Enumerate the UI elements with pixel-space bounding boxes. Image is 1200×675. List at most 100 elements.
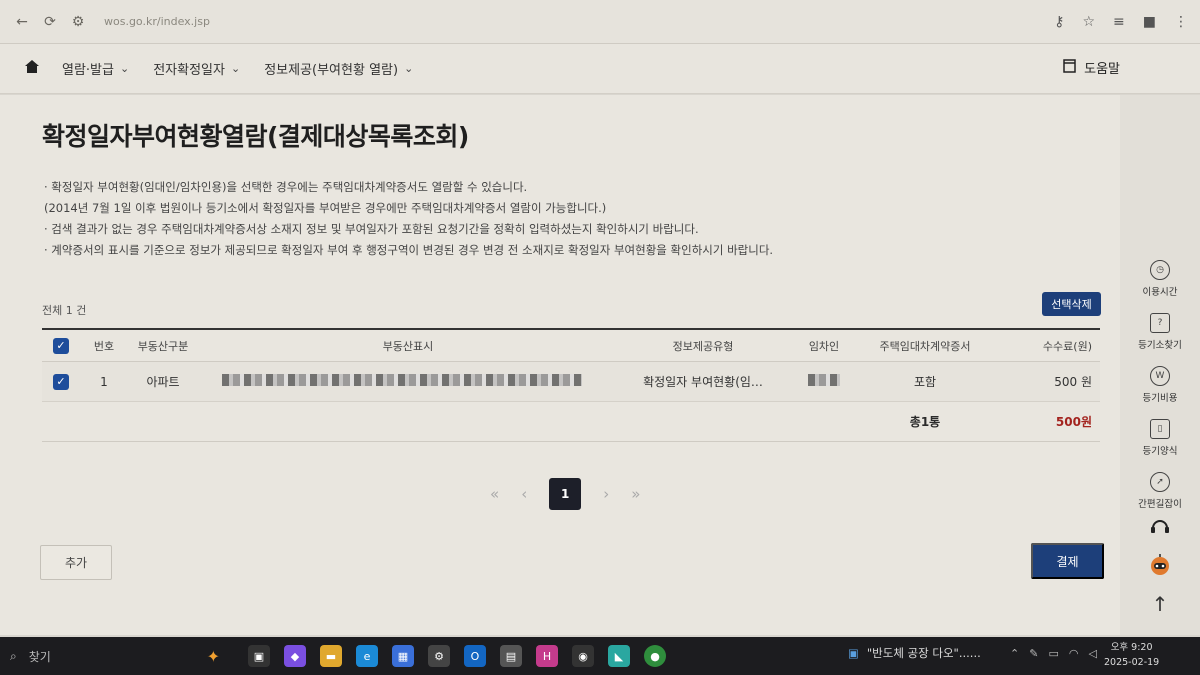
- sparkle-icon: ✦: [206, 646, 220, 666]
- prev-page-icon[interactable]: ‹: [521, 485, 527, 503]
- redacted-tenant: [808, 374, 840, 386]
- app-wing-icon[interactable]: ◣: [608, 645, 630, 667]
- notice-item: (2014년 7월 1일 이후 법원이나 등기소에서 확정일자를 부여받은 경우…: [44, 201, 607, 215]
- site-navigation: 열람·발급 ⌄ 전자확정일자 ⌄ 정보제공(부여현황 열람) ⌄ 도움말: [0, 44, 1200, 94]
- task-view-icon[interactable]: ▣: [248, 645, 270, 667]
- nav-electronic-date[interactable]: 전자확정일자 ⌄: [153, 59, 240, 78]
- form-icon: ▯: [1150, 419, 1170, 439]
- select-all-checkbox[interactable]: ✓: [42, 337, 80, 354]
- back-icon[interactable]: ←: [12, 12, 32, 32]
- last-page-icon[interactable]: »: [631, 485, 640, 503]
- nav-info-provision[interactable]: 정보제공(부여현황 열람) ⌄: [264, 59, 413, 78]
- wifi-icon[interactable]: ◠: [1069, 647, 1079, 660]
- menu-icon[interactable]: ⋮: [1174, 14, 1188, 30]
- help-label: 도움말: [1084, 62, 1120, 77]
- nav-label: 전자확정일자: [153, 63, 225, 78]
- system-tray: ⌃ ✎ ▭ ◠ ◁: [1010, 647, 1097, 660]
- news-icon: ▣: [848, 646, 859, 660]
- map-book-icon: ?: [1150, 313, 1170, 333]
- quick-item-forms[interactable]: ▯ 등기양식: [1120, 419, 1200, 457]
- header-address: 부동산표시: [382, 339, 434, 353]
- quick-item-cost[interactable]: W 등기비용: [1120, 366, 1200, 404]
- quick-label: 등기비용: [1142, 393, 1178, 404]
- row-tenant-masked: [788, 374, 860, 389]
- clock-icon: ◷: [1150, 260, 1170, 280]
- first-page-icon[interactable]: «: [490, 485, 499, 503]
- nav-label: 열람·발급: [62, 63, 114, 78]
- pay-button[interactable]: 결제: [1031, 543, 1104, 579]
- store-icon[interactable]: ▦: [392, 645, 414, 667]
- edge-icon[interactable]: e: [356, 645, 378, 667]
- header-fee: 수수료(원): [1042, 339, 1092, 353]
- row-certificate: 포함: [913, 375, 937, 389]
- outlook-icon[interactable]: O: [464, 645, 486, 667]
- settings-icon[interactable]: ⚙: [428, 645, 450, 667]
- key-icon[interactable]: ⚷: [1054, 14, 1064, 30]
- help-link[interactable]: 도움말: [1063, 58, 1120, 77]
- search-icon: ⌕: [10, 648, 17, 663]
- row-fee: 500 원: [1054, 375, 1092, 389]
- windows-taskbar: ⌕ 찾기 ✦ ▣ ◆ ▬ e ▦ ⚙ O ▤ H ◉ ◣ ● ▣ "반도체 공장…: [0, 637, 1200, 675]
- reload-icon[interactable]: ⟳: [40, 12, 60, 32]
- nav-view-issue[interactable]: 열람·발급 ⌄: [62, 59, 129, 78]
- row-address-masked: [198, 374, 618, 389]
- quick-label: 간편길잡이: [1138, 499, 1182, 510]
- current-page-button[interactable]: 1: [549, 478, 582, 510]
- check-icon: ✓: [53, 337, 69, 354]
- table-row[interactable]: ✓ 1 아파트 확정일자 부여현황(임… 포함 500 원: [42, 362, 1100, 402]
- help-book-icon: [1063, 58, 1076, 77]
- row-checkbox[interactable]: ✓: [42, 373, 80, 390]
- nav-label: 정보제공(부여현황 열람): [264, 63, 399, 78]
- payment-target-table: ✓ 번호 부동산구분 부동산표시 정보제공유형 임차인 주택임대차계약증서 수수…: [42, 328, 1100, 442]
- scroll-top-icon[interactable]: ↑: [1120, 592, 1200, 616]
- battery-icon[interactable]: ▭: [1048, 647, 1058, 660]
- extensions-icon[interactable]: ■: [1143, 14, 1156, 30]
- clock-date: 2025-02-19: [1104, 657, 1160, 668]
- delete-selected-button[interactable]: 선택삭제: [1042, 292, 1101, 316]
- chevron-down-icon: ⌄: [404, 62, 414, 75]
- clock-time: 오후 9:20: [1110, 642, 1153, 653]
- chrome-icon[interactable]: ●: [644, 645, 666, 667]
- chatbot-icon[interactable]: [1120, 552, 1200, 578]
- copilot-icon[interactable]: ◆: [284, 645, 306, 667]
- chevron-down-icon: ⌄: [119, 62, 130, 75]
- notice-item: · 계약증서의 표시를 기준으로 정보가 제공되므로 확정일자 부여 후 행정구…: [44, 243, 774, 257]
- row-type: 아파트: [146, 375, 180, 389]
- header-no: 번호: [93, 339, 115, 353]
- quick-label: 이용시간: [1142, 287, 1178, 298]
- quick-item-find-office[interactable]: ? 등기소찾기: [1120, 313, 1200, 351]
- add-button[interactable]: 추가: [40, 545, 112, 580]
- quick-item-guide[interactable]: ➚ 간편길잡이: [1120, 472, 1200, 510]
- taskbar-search[interactable]: ⌕ 찾기 ✦: [10, 647, 220, 666]
- table-header: ✓ 번호 부동산구분 부동산표시 정보제공유형 임차인 주택임대차계약증서 수수…: [42, 328, 1100, 362]
- photos-icon[interactable]: ◉: [572, 645, 594, 667]
- chevron-up-icon[interactable]: ⌃: [1010, 647, 1019, 660]
- site-info-icon[interactable]: ⚙: [68, 12, 88, 32]
- taskbar-clock[interactable]: 오후 9:20 2025-02-19: [1104, 640, 1159, 670]
- volume-icon[interactable]: ◁: [1088, 647, 1096, 660]
- check-icon: ✓: [53, 373, 69, 390]
- address-bar[interactable]: wos.go.kr/index.jsp: [104, 15, 210, 28]
- next-page-icon[interactable]: ›: [603, 485, 609, 503]
- total-count: 전체 1 건: [42, 304, 87, 317]
- bookmark-star-icon[interactable]: ☆: [1082, 14, 1095, 30]
- headset-icon[interactable]: [1120, 515, 1200, 537]
- quick-item-hours[interactable]: ◷ 이용시간: [1120, 260, 1200, 298]
- calculator-icon[interactable]: ▤: [500, 645, 522, 667]
- notice-list: · 확정일자 부여현황(임대인/임차인용)을 선택한 경우에는 주택임대차계약증…: [44, 177, 773, 261]
- browser-toolbar: ← ⟳ ⚙ wos.go.kr/index.jsp ⚷ ☆ ≡ ■ ⋮: [0, 0, 1200, 44]
- app-icon[interactable]: H: [536, 645, 558, 667]
- total-copies: 총1통: [909, 415, 941, 429]
- pen-icon[interactable]: ✎: [1029, 647, 1038, 660]
- quick-label: 등기소찾기: [1138, 340, 1182, 351]
- quick-menu: ◷ 이용시간 ? 등기소찾기 W 등기비용 ▯ 등기양식 ➚ 간편길잡이 ↑: [1120, 95, 1200, 635]
- news-widget[interactable]: ▣ "반도체 공장 다오"......: [848, 645, 981, 661]
- home-icon[interactable]: [24, 59, 40, 78]
- header-certificate: 주택임대차계약증서: [879, 339, 971, 353]
- media-icon[interactable]: ≡: [1113, 14, 1125, 30]
- quick-label: 등기양식: [1142, 446, 1178, 457]
- won-icon: W: [1150, 366, 1170, 386]
- file-explorer-icon[interactable]: ▬: [320, 645, 342, 667]
- compass-icon: ➚: [1150, 472, 1170, 492]
- pagination: « ‹ 1 › »: [490, 478, 640, 510]
